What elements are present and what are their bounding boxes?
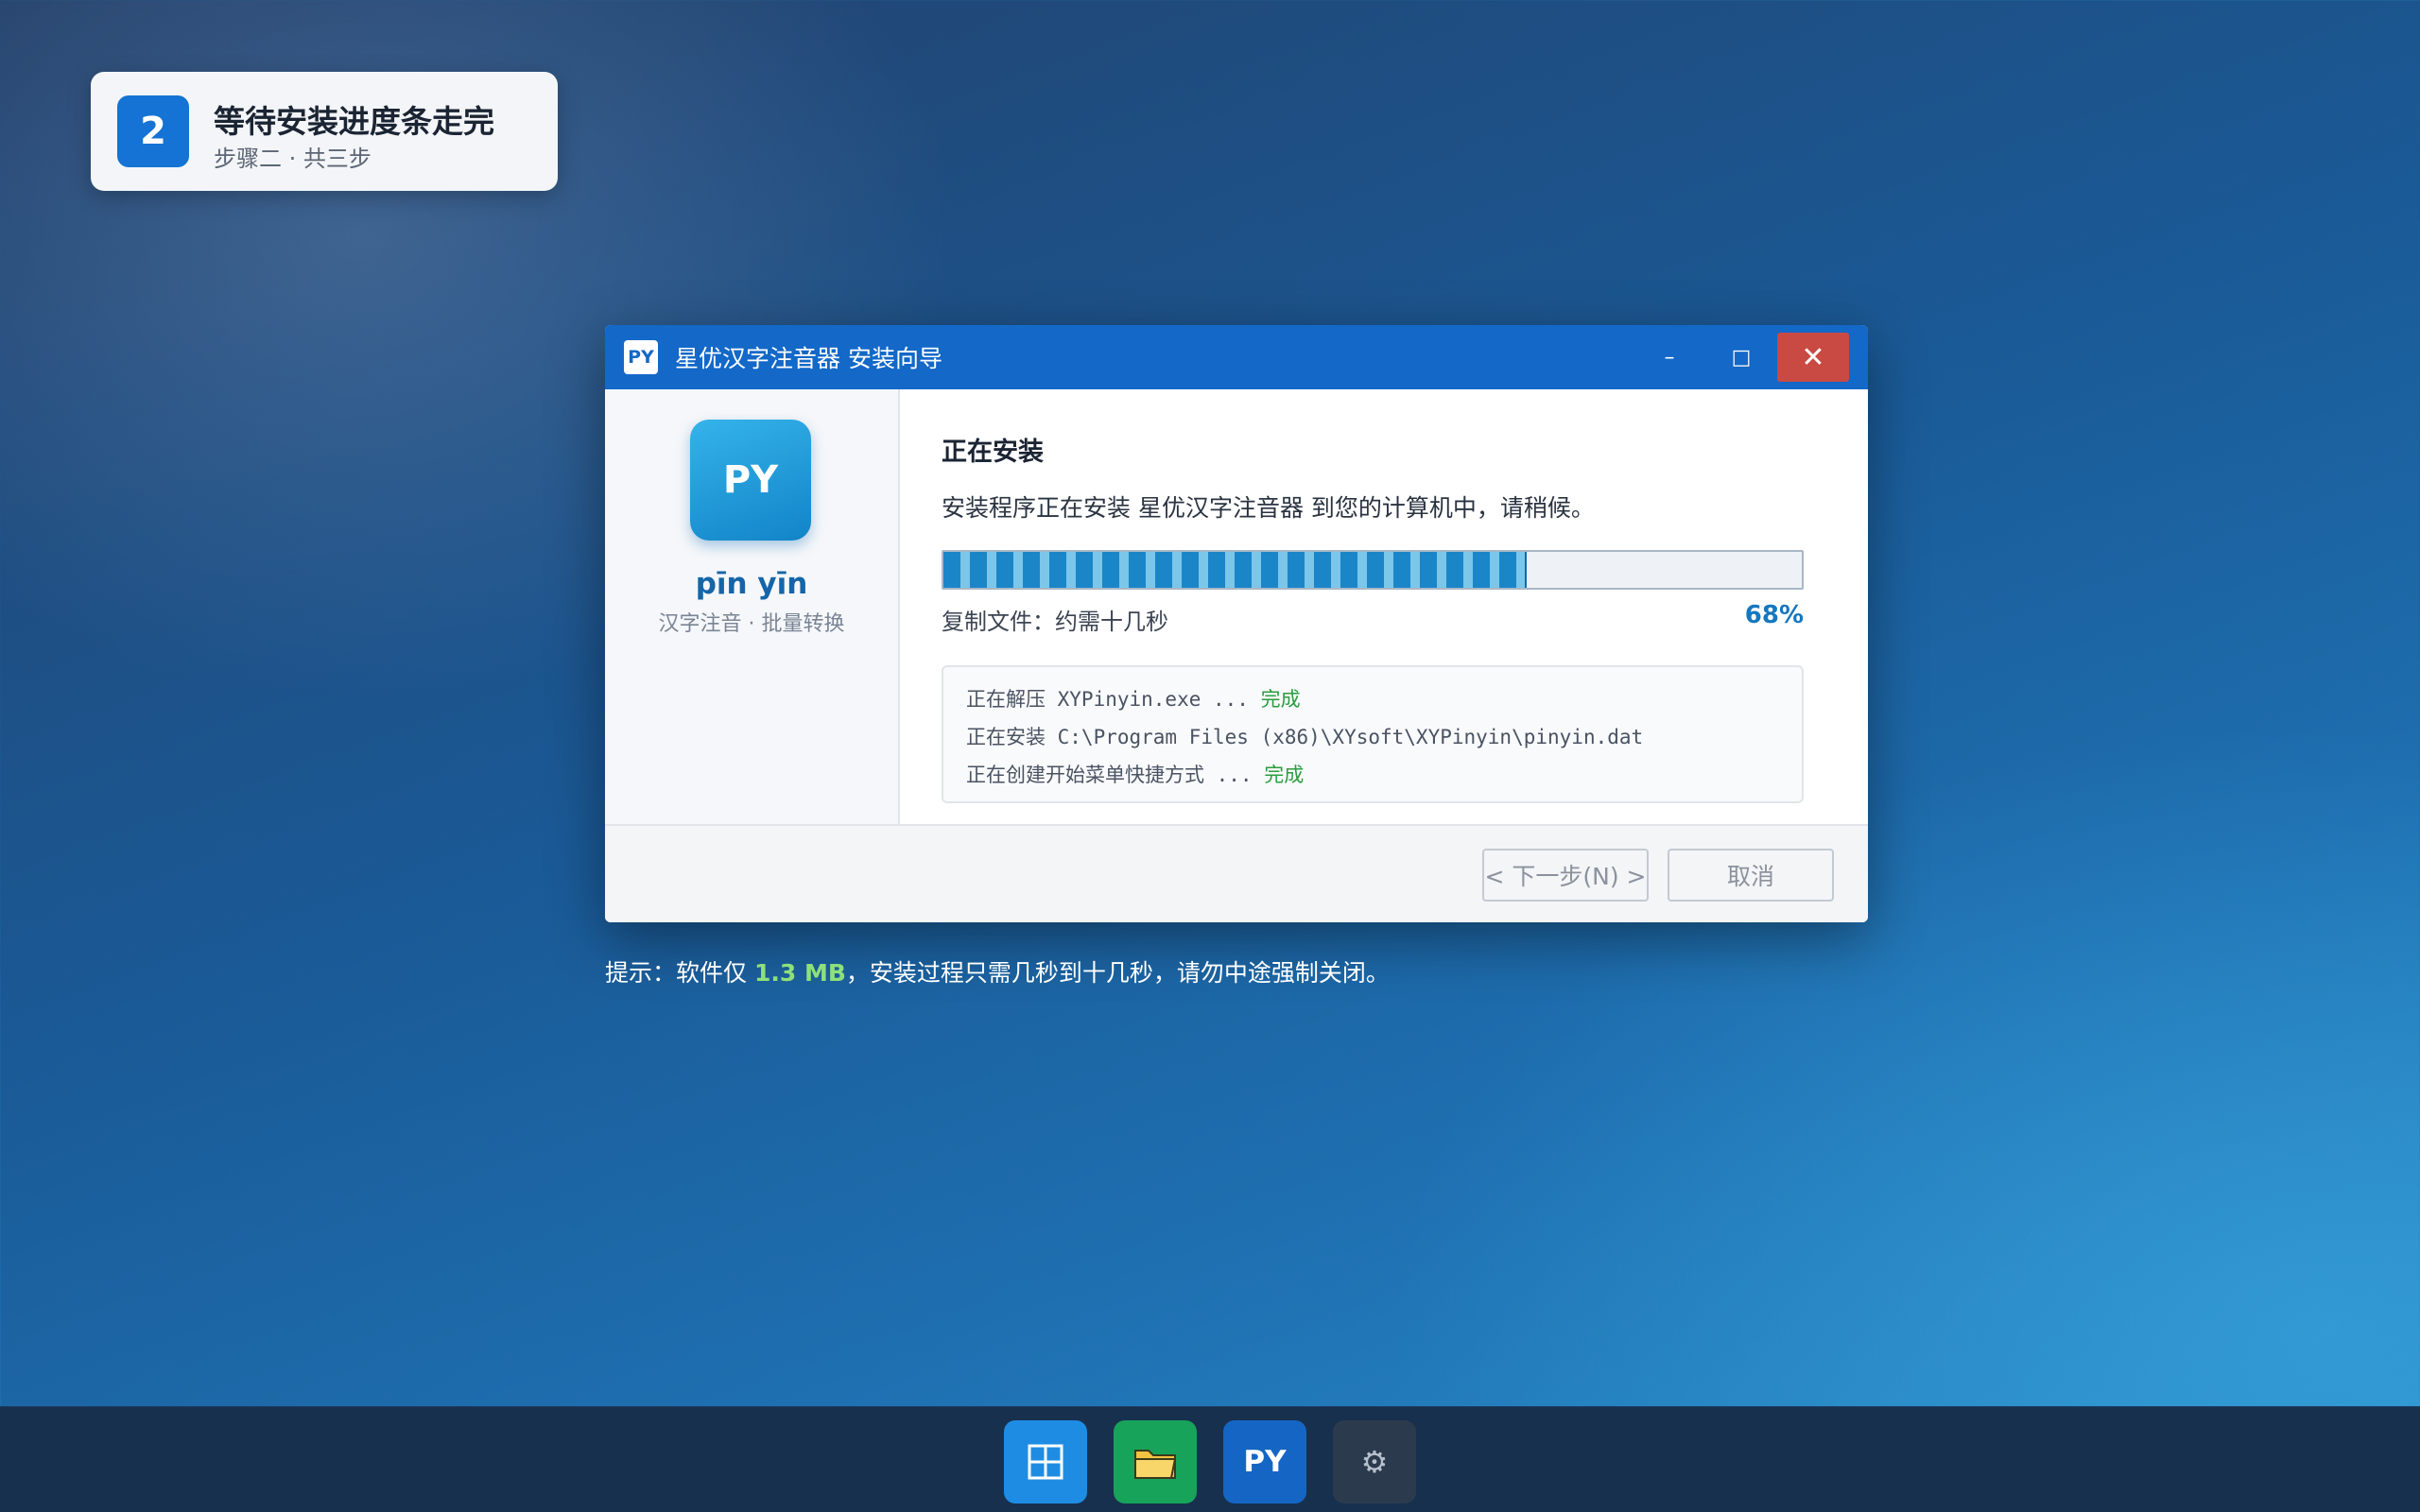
- installer-window: PY 星优汉字注音器 安装向导 – □ ✕ PY pīn yīn 汉字注音 · …: [605, 325, 1868, 922]
- app-title-icon: PY: [624, 340, 658, 374]
- next-button[interactable]: < 下一步(N) >: [1482, 849, 1649, 902]
- log-done-label: 完成: [1264, 764, 1305, 786]
- installer-footer: < 下一步(N) > 取消: [605, 824, 1868, 922]
- progress-fill: [943, 552, 1528, 588]
- window-title: 星优汉字注音器 安装向导: [675, 345, 942, 372]
- install-log: 正在解压 XYPinyin.exe ... 完成 正在安装 C:\Program…: [942, 665, 1804, 803]
- step-subtitle: 步骤二 · 共三步: [214, 146, 372, 172]
- folder-icon: [1134, 1450, 1177, 1479]
- install-size: 1.3 MB: [753, 959, 846, 987]
- progress-bar: [942, 550, 1804, 590]
- step-number-badge: 2: [117, 95, 189, 167]
- file-explorer-button[interactable]: [1114, 1420, 1197, 1503]
- progress-status: 复制文件：约需十几秒: [942, 609, 1168, 635]
- log-line: 正在创建开始菜单快捷方式 ... 完成: [966, 764, 1305, 786]
- gear-icon[interactable]: ⚙: [1333, 1420, 1416, 1503]
- install-description: 安装程序正在安装 星优汉字注音器 到您的计算机中，请稍候。: [942, 494, 1595, 522]
- app-tagline: 汉字注音 · 批量转换: [658, 612, 845, 636]
- py-app-icon[interactable]: PY: [1223, 1420, 1306, 1503]
- close-button[interactable]: ✕: [1777, 333, 1849, 382]
- py-app-icon: PY: [690, 420, 811, 541]
- installer-sidebar: PY pīn yīn 汉字注音 · 批量转换: [605, 389, 900, 824]
- app-name: pīn yīn: [695, 567, 808, 601]
- log-done-label: 完成: [1260, 688, 1301, 711]
- step-card: 2 等待安装进度条走完 步骤二 · 共三步: [91, 72, 558, 191]
- progress-percent: 68%: [1744, 601, 1804, 629]
- install-heading: 正在安装: [942, 438, 1044, 467]
- minimize-button[interactable]: –: [1634, 333, 1705, 382]
- maximize-button[interactable]: □: [1705, 333, 1777, 382]
- log-line: 正在安装 C:\Program Files (x86)\XYsoft\XYPin…: [966, 726, 1644, 748]
- title-bar[interactable]: PY 星优汉字注音器 安装向导 – □ ✕: [605, 325, 1868, 389]
- start-button[interactable]: [1004, 1420, 1087, 1503]
- step-title: 等待安装进度条走完: [214, 103, 494, 140]
- taskbar: PY ⚙: [0, 1406, 2420, 1512]
- installer-content: 正在安装 安装程序正在安装 星优汉字注音器 到您的计算机中，请稍候。 复制文件：…: [900, 389, 1868, 824]
- windows-grid-icon: [1028, 1444, 1063, 1480]
- log-line: 正在解压 XYPinyin.exe ... 完成: [966, 688, 1301, 711]
- install-hint: 提示：软件仅 1.3 MB，安装过程只需几秒到十几秒，请勿中途强制关闭。: [605, 959, 1390, 987]
- cancel-button[interactable]: 取消: [1668, 849, 1834, 902]
